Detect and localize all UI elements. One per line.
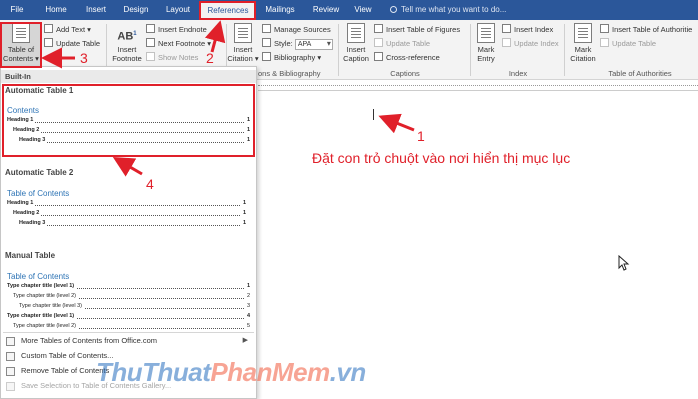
arrow-2 <box>204 20 226 53</box>
step-number-3: 3 <box>80 50 88 66</box>
step-number-2: 2 <box>206 50 214 66</box>
annotation-arrows <box>41 20 415 177</box>
step-number-4: 4 <box>146 176 154 192</box>
watermark-logo: ThuThuatPhanMem.vn <box>96 357 366 387</box>
arrow-1 <box>378 113 415 134</box>
arrow-4 <box>112 156 143 177</box>
step-number-1: 1 <box>417 128 425 144</box>
